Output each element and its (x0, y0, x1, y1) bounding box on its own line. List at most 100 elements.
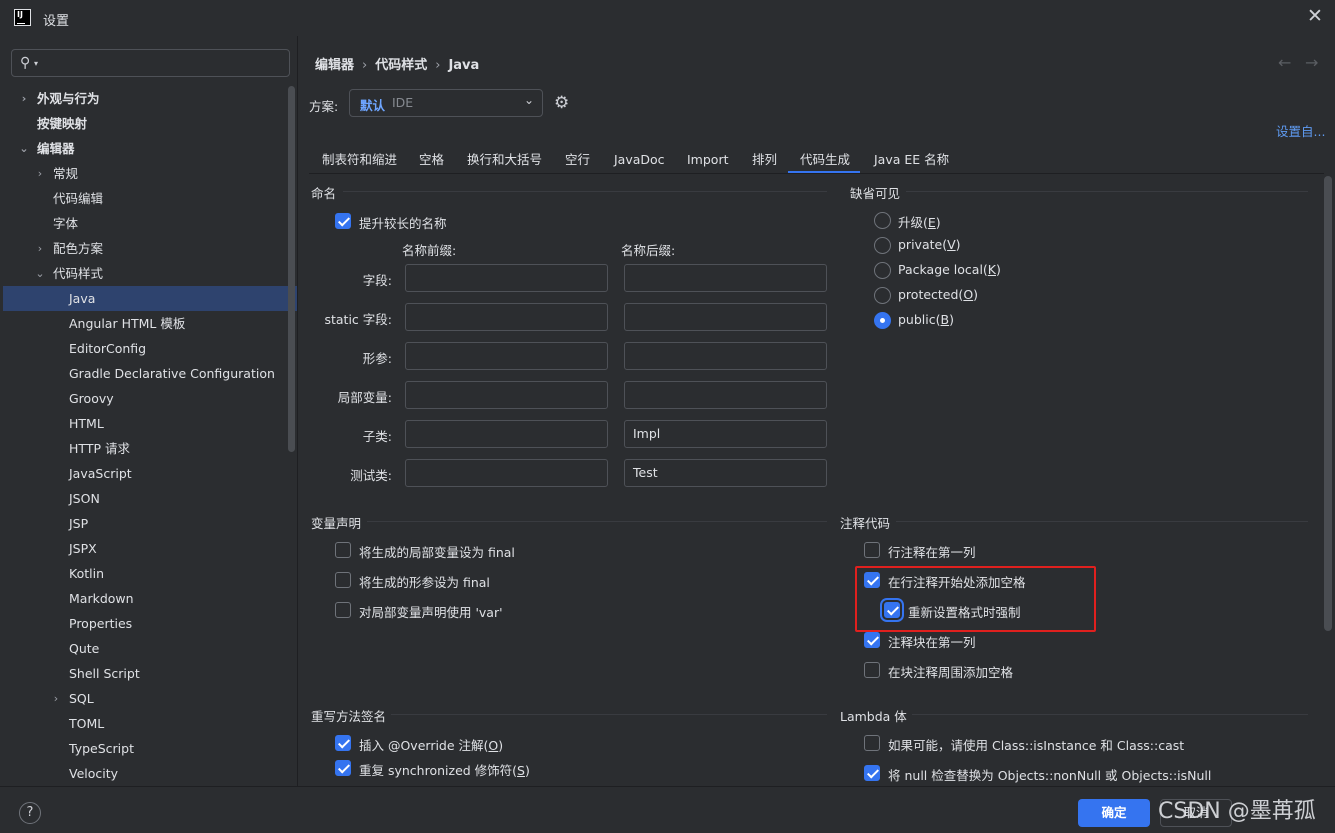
search-input[interactable]: ⚲ ▾ (11, 49, 290, 77)
tab-0[interactable]: 制表符和缩进 (322, 150, 397, 174)
content-scrollbar[interactable] (1324, 176, 1332, 631)
sidebar-item-label: HTTP 请求 (69, 441, 130, 456)
chevron-right-icon[interactable]: › (18, 86, 30, 111)
sidebar-item[interactable]: 字体 (3, 211, 297, 236)
option-text: 将 null 检查替换为 Objects::nonNull 或 Objects:… (888, 768, 1212, 783)
radio-visibility-opts-0[interactable] (874, 212, 891, 229)
radio-visibility-opts-3[interactable] (874, 287, 891, 304)
tab-4[interactable]: JavaDoc (614, 150, 665, 174)
sidebar-item[interactable]: › 常规 (3, 161, 297, 186)
naming-row-label: 形参: (362, 351, 392, 366)
breadcrumb-item[interactable]: 编辑器 (315, 58, 354, 73)
option-label: 如果可能，请使用 Class::isInstance 和 Class::cast (888, 735, 1184, 754)
tab-2[interactable]: 换行和大括号 (467, 150, 542, 174)
sidebar-scrollbar[interactable] (288, 86, 295, 452)
prefix-field[interactable] (405, 264, 608, 292)
option-text: 升级( (898, 215, 928, 230)
sidebar-item[interactable]: Markdown (3, 586, 297, 611)
checkbox-override-opts-0[interactable] (335, 735, 351, 751)
visibility-section-title: 缺省可见 (850, 186, 901, 201)
sidebar-item[interactable]: Gradle Declarative Configuration (3, 361, 297, 386)
sidebar-item[interactable]: JavaScript (3, 461, 297, 486)
suffix-field[interactable] (624, 303, 827, 331)
sidebar-item-label: TypeScript (69, 741, 134, 756)
suffix-field[interactable]: Test (624, 459, 827, 487)
prefix-field[interactable] (405, 420, 608, 448)
suffix-field[interactable] (624, 381, 827, 409)
sidebar-item[interactable]: TOML (3, 711, 297, 736)
tab-7[interactable]: 代码生成 (788, 150, 861, 174)
tab-3[interactable]: 空行 (565, 150, 590, 174)
checkbox-lambda-opts-0[interactable] (864, 735, 880, 751)
set-from-link[interactable]: 设置自... (1276, 121, 1325, 140)
gear-icon[interactable]: ⚙ (554, 93, 569, 113)
chevron-down-icon[interactable]: ⌄ (18, 136, 30, 161)
chevron-right-icon[interactable]: › (34, 236, 46, 261)
sidebar-item[interactable]: Shell Script (3, 661, 297, 686)
sidebar-item[interactable]: HTML (3, 411, 297, 436)
sidebar-item[interactable]: › SQL (3, 686, 297, 711)
scheme-dropdown[interactable]: 默认 IDE ⌄ (349, 89, 543, 117)
checkbox-variables-opts-1[interactable] (335, 572, 351, 588)
sidebar-item[interactable]: ⌄ 代码样式 (3, 261, 297, 286)
sidebar-item[interactable]: JSPX (3, 536, 297, 561)
radio-visibility-opts-1[interactable] (874, 237, 891, 254)
sidebar-item[interactable]: Kotlin (3, 561, 297, 586)
sidebar-item[interactable]: HTTP 请求 (3, 436, 297, 461)
forward-arrow-icon[interactable]: → (1305, 53, 1318, 72)
checkbox-lambda-opts-1[interactable] (864, 765, 880, 781)
sidebar-item[interactable]: › 配色方案 (3, 236, 297, 261)
tab-5[interactable]: Import (687, 150, 729, 174)
sidebar-item[interactable]: 代码编辑 (3, 186, 297, 211)
prefer-longer-checkbox[interactable] (335, 213, 351, 229)
option-label: 将 null 检查替换为 Objects::nonNull 或 Objects:… (888, 765, 1211, 784)
prefix-field[interactable] (405, 381, 608, 409)
sidebar-item[interactable]: JSP (3, 511, 297, 536)
suffix-field[interactable] (624, 342, 827, 370)
sidebar-item-label: JSPX (69, 541, 97, 556)
sidebar-item[interactable]: Groovy (3, 386, 297, 411)
sidebar-item-label: Shell Script (69, 666, 140, 681)
chevron-right-icon[interactable]: › (50, 686, 62, 711)
suffix-field[interactable]: Impl (624, 420, 827, 448)
sidebar-item[interactable]: Angular HTML 模板 (3, 311, 297, 336)
prefix-field[interactable] (405, 459, 608, 487)
help-button[interactable]: ? (19, 802, 41, 824)
sidebar-item[interactable]: EditorConfig (3, 336, 297, 361)
checkbox-comment-opts-3[interactable] (864, 632, 880, 648)
chevron-right-icon[interactable]: › (34, 161, 46, 186)
lambda-section-title: Lambda 体 (840, 709, 907, 724)
radio-visibility-opts-2[interactable] (874, 262, 891, 279)
radio-visibility-opts-4[interactable] (874, 312, 891, 329)
sidebar-item[interactable]: Java (3, 286, 297, 311)
checkbox-variables-opts-0[interactable] (335, 542, 351, 558)
option-text: protected( (898, 287, 964, 302)
sidebar-item[interactable]: JSON (3, 486, 297, 511)
ok-button[interactable]: 确定 (1078, 799, 1150, 827)
sidebar-item[interactable]: Velocity (3, 761, 297, 786)
prefix-field[interactable] (405, 303, 608, 331)
prefix-field[interactable] (405, 342, 608, 370)
tab-6[interactable]: 排列 (752, 150, 777, 174)
sidebar-item[interactable]: Properties (3, 611, 297, 636)
checkbox-variables-opts-2[interactable] (335, 602, 351, 618)
checkbox-override-opts-1[interactable] (335, 760, 351, 776)
suffix-field[interactable] (624, 264, 827, 292)
divider (343, 191, 827, 192)
sidebar-item[interactable]: ⌄ 编辑器 (3, 136, 297, 161)
sidebar-item[interactable]: 按键映射 (3, 111, 297, 136)
chevron-down-icon[interactable]: ⌄ (34, 261, 46, 286)
sidebar-item[interactable]: TypeScript (3, 736, 297, 761)
sidebar-item[interactable]: Qute (3, 636, 297, 661)
tab-1[interactable]: 空格 (419, 150, 444, 174)
breadcrumb-item[interactable]: 代码样式 (375, 58, 427, 73)
breadcrumb-item: Java (448, 58, 480, 73)
option-text: 将生成的局部变量设为 final (359, 545, 515, 560)
sidebar-item[interactable]: › 外观与行为 (3, 86, 297, 111)
sidebar-item-label: Properties (69, 616, 133, 631)
checkbox-comment-opts-4[interactable] (864, 662, 880, 678)
tab-8[interactable]: Java EE 名称 (874, 150, 949, 174)
close-button[interactable]: ✕ (1304, 6, 1326, 28)
back-arrow-icon[interactable]: ← (1278, 53, 1291, 72)
checkbox-comment-opts-0[interactable] (864, 542, 880, 558)
